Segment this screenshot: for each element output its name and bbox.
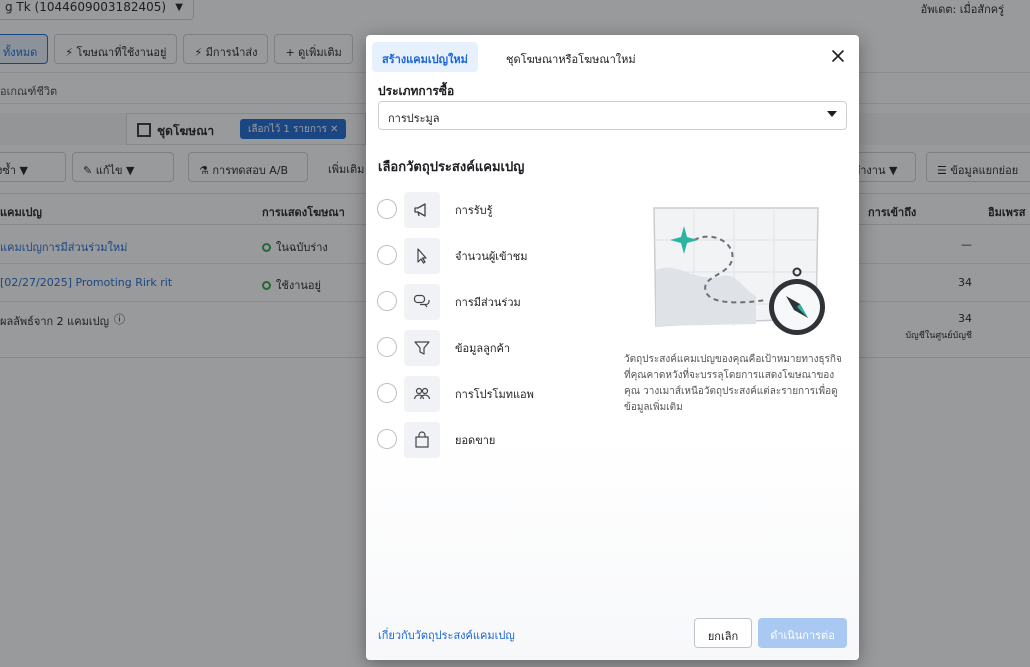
objective-list: การรับรู้ จำนวนผู้เข้าชม การมีส่วนร่วม ข… (377, 190, 577, 466)
cancel-button[interactable]: ยกเลิก (694, 618, 752, 648)
cursor-icon (404, 238, 440, 274)
objective-label: การโปรโมทแอพ (455, 388, 534, 401)
chat-bubbles-icon (404, 284, 440, 320)
objective-app-promotion[interactable]: การโปรโมทแอพ (377, 374, 577, 420)
map-compass-illustration (636, 200, 836, 345)
objective-traffic[interactable]: จำนวนผู้เข้าชม (377, 236, 577, 282)
megaphone-icon (404, 192, 440, 228)
radio-button[interactable] (377, 245, 397, 265)
caret-down-icon (827, 111, 837, 117)
objective-label: การรับรู้ (455, 204, 493, 217)
objective-label: การมีส่วนร่วม (455, 296, 521, 309)
tab-new-adset-or-ad[interactable]: ชุดโฆษณาหรือโฆษณาใหม่ (496, 42, 646, 72)
objective-description: วัตถุประสงค์แคมเปญของคุณคือเป้าหมายทางธุ… (624, 354, 842, 413)
close-icon[interactable] (829, 47, 847, 65)
funnel-icon (404, 330, 440, 366)
radio-button[interactable] (377, 199, 397, 219)
tab-new-campaign[interactable]: สร้างแคมเปญใหม่ (372, 42, 478, 72)
shopping-bag-icon (404, 422, 440, 458)
objective-engagement[interactable]: การมีส่วนร่วม (377, 282, 577, 328)
people-icon (404, 376, 440, 412)
objective-leads[interactable]: ข้อมูลลูกค้า (377, 328, 577, 374)
objective-sales[interactable]: ยอดขาย (377, 420, 577, 466)
buy-type-label: ประเภทการซื้อ (378, 84, 455, 98)
objective-label: จำนวนผู้เข้าชม (455, 250, 528, 263)
radio-button[interactable] (377, 383, 397, 403)
continue-button[interactable]: ดำเนินการต่อ (758, 618, 847, 648)
objective-heading: เลือกวัตถุประสงค์แคมเปญ (378, 160, 525, 175)
learn-more-link[interactable]: เกี่ยวกับวัตถุประสงค์แคมเปญ (378, 626, 515, 644)
buy-type-select[interactable]: การประมูล (378, 101, 847, 130)
objective-label: ยอดขาย (455, 434, 496, 447)
radio-button[interactable] (377, 291, 397, 311)
radio-button[interactable] (377, 337, 397, 357)
radio-button[interactable] (377, 429, 397, 449)
objective-label: ข้อมูลลูกค้า (455, 342, 511, 355)
create-campaign-dialog: สร้างแคมเปญใหม่ ชุดโฆษณาหรือโฆษณาใหม่ ปร… (366, 35, 859, 660)
objective-awareness[interactable]: การรับรู้ (377, 190, 577, 236)
buy-type-value: การประมูล (388, 112, 440, 125)
